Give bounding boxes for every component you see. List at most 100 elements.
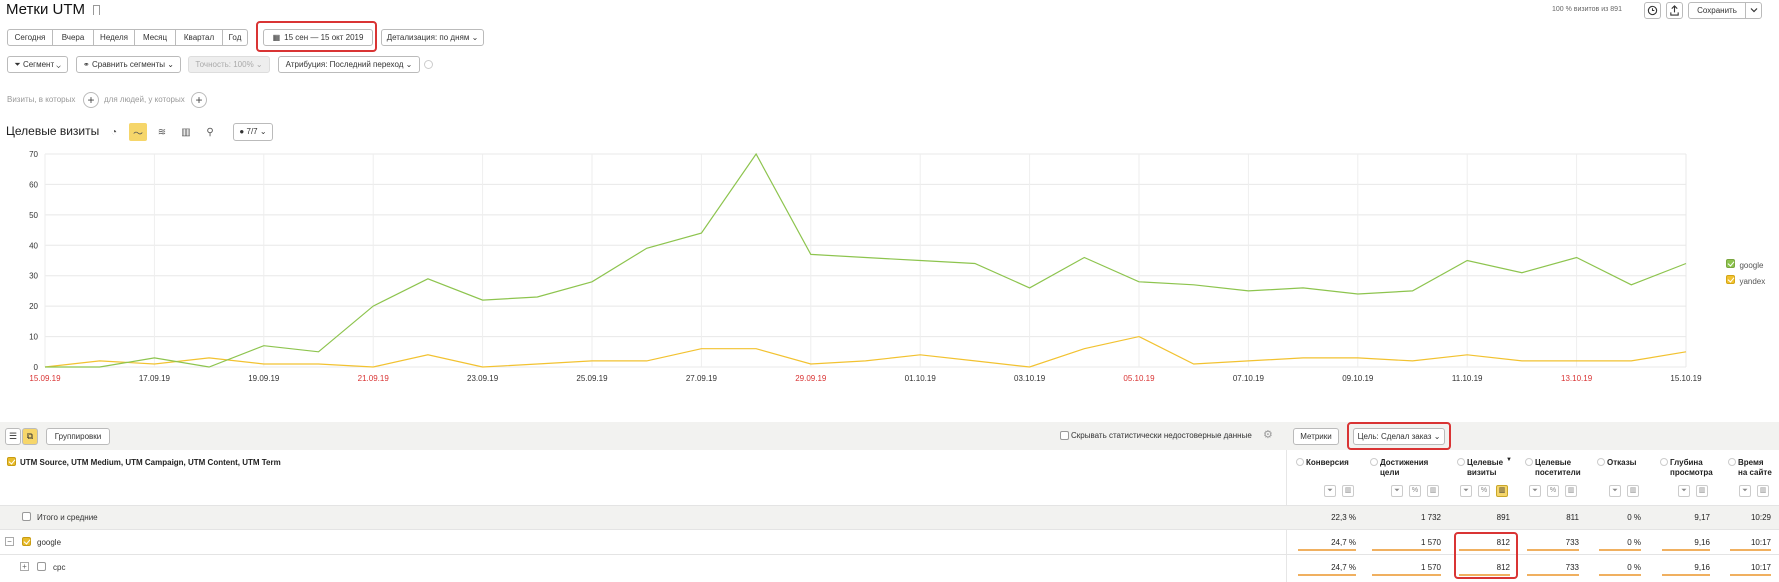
column-header[interactable]: Целевые визиты	[1467, 458, 1503, 478]
info-icon[interactable]	[1597, 458, 1605, 466]
info-icon[interactable]	[1525, 458, 1533, 466]
bookmark-icon[interactable]	[93, 5, 100, 15]
cell-value: 0 %	[1627, 513, 1641, 522]
people-condition-label: для людей, у которых	[104, 95, 185, 104]
segment-button[interactable]: ⏷ Сегмент ⌄	[7, 56, 68, 73]
collapse-icon[interactable]: −	[5, 537, 14, 546]
bars-icon[interactable]: ▥	[1496, 485, 1508, 497]
column-header[interactable]: Отказы	[1607, 458, 1637, 468]
export-button[interactable]	[1666, 2, 1683, 19]
area-chart-icon[interactable]: ≋	[153, 123, 171, 141]
legend-google-checkbox[interactable]	[1726, 259, 1735, 269]
x-tick-label: 15.09.19	[29, 374, 61, 383]
chart-title: Целевые визиты	[6, 124, 100, 138]
add-people-condition-button[interactable]: +	[191, 92, 207, 108]
y-tick-label: 30	[29, 272, 38, 281]
line-chart-icon[interactable]: 〜	[129, 123, 147, 141]
column-header-line1: Целевые	[1535, 458, 1572, 467]
tree-view-button[interactable]: ⧉	[22, 428, 38, 445]
column-header[interactable]: Целевые посетители	[1535, 458, 1581, 478]
info-icon[interactable]	[1660, 458, 1668, 466]
row-google-checkbox[interactable]	[22, 537, 31, 546]
column-header[interactable]: Глубина просмотра	[1670, 458, 1713, 478]
cell-value: 891	[1496, 513, 1510, 522]
filter-icon[interactable]: ⏷	[1678, 485, 1690, 497]
bars-icon[interactable]: ▥	[1342, 485, 1354, 497]
goal-highlight	[1347, 422, 1451, 450]
column-header[interactable]: Время на сайте	[1738, 458, 1772, 478]
column-header[interactable]: Достижения цели	[1380, 458, 1428, 478]
value-bar	[1372, 574, 1441, 576]
period-month[interactable]: Месяц	[134, 29, 176, 46]
period-today[interactable]: Сегодня	[7, 29, 53, 46]
bar-chart-icon[interactable]: ▥	[177, 123, 195, 141]
cell-value: 811	[1566, 513, 1579, 522]
info-icon[interactable]	[1370, 458, 1378, 466]
pie-chart-icon[interactable]: ◔	[105, 123, 123, 141]
row-cpc-label: cpc	[53, 563, 66, 572]
filter-icon[interactable]: ⏷	[1324, 485, 1336, 497]
sort-desc-icon[interactable]: ▼	[1506, 457, 1512, 463]
expand-icon[interactable]: +	[20, 562, 29, 571]
x-tick-label: 07.10.19	[1233, 374, 1265, 383]
column-header[interactable]: Конверсия	[1306, 458, 1349, 468]
x-tick-label: 01.10.19	[905, 374, 937, 383]
bars-icon[interactable]: ▥	[1565, 485, 1577, 497]
percent-icon[interactable]: %	[1547, 485, 1559, 497]
cell-value: 1 570	[1420, 538, 1441, 547]
series-line-google	[45, 152, 1687, 368]
x-tick-label: 15.10.19	[1670, 374, 1702, 383]
totals-checkbox[interactable]	[22, 512, 31, 521]
period-quarter[interactable]: Квартал	[175, 29, 223, 46]
column-header-line1: Достижения	[1380, 458, 1429, 467]
row-cpc-checkbox[interactable]	[37, 562, 46, 571]
legend-yandex-checkbox[interactable]	[1726, 275, 1735, 285]
hide-unreliable-checkbox[interactable]	[1060, 431, 1069, 440]
compare-segments-button[interactable]: ⚭ Сравнить сегменты ⌄	[76, 56, 181, 73]
dimension-checkbox[interactable]	[7, 457, 16, 466]
info-icon[interactable]	[1296, 458, 1304, 466]
x-tick-label: 17.09.19	[139, 374, 171, 383]
filter-icon[interactable]: ⏷	[1391, 485, 1403, 497]
gear-icon[interactable]: ⚙	[1263, 428, 1273, 441]
attribution-select[interactable]: Атрибуция: Последний переход ⌄	[278, 56, 420, 73]
compare-label: Сравнить сегменты	[91, 60, 165, 69]
period-week[interactable]: Неделя	[93, 29, 135, 46]
groupings-button[interactable]: Группировки	[46, 428, 110, 445]
series-select[interactable]: ● 7/7 ⌄	[233, 123, 273, 141]
y-tick-label: 60	[29, 180, 38, 189]
percent-icon[interactable]: %	[1409, 485, 1421, 497]
bars-icon[interactable]: ▥	[1427, 485, 1439, 497]
filter-icon[interactable]: ⏷	[1739, 485, 1751, 497]
info-icon[interactable]	[1457, 458, 1465, 466]
value-bar	[1298, 574, 1356, 576]
cell-value: 10:17	[1750, 563, 1771, 572]
save-menu-button[interactable]	[1745, 2, 1762, 19]
period-year[interactable]: Год	[222, 29, 248, 46]
column-header-line2: просмотра	[1670, 468, 1713, 477]
x-tick-label: 13.10.19	[1561, 374, 1593, 383]
percent-icon[interactable]: %	[1478, 485, 1490, 497]
metrics-button[interactable]: Метрики	[1293, 428, 1339, 445]
bars-icon[interactable]: ▥	[1627, 485, 1639, 497]
filter-icon[interactable]: ⏷	[1609, 485, 1621, 497]
info-icon[interactable]	[1728, 458, 1736, 466]
bars-icon[interactable]: ▥	[1757, 485, 1769, 497]
map-icon[interactable]: ⚲	[201, 123, 219, 141]
column-header-line2: на сайте	[1738, 468, 1772, 477]
detail-select[interactable]: Детализация: по дням ⌄	[381, 29, 484, 46]
history-button[interactable]	[1644, 2, 1661, 19]
chevron-down-icon: ⌄	[471, 33, 479, 42]
legend-yandex-label: yandex	[1739, 277, 1766, 286]
cell-value: 1 732	[1420, 513, 1441, 522]
save-button[interactable]: Сохранить	[1688, 2, 1746, 19]
filter-icon[interactable]: ⏷	[1460, 485, 1472, 497]
list-view-button[interactable]: ☰	[5, 428, 21, 445]
x-tick-label: 11.10.19	[1452, 374, 1483, 383]
info-icon[interactable]	[424, 60, 433, 69]
filter-icon[interactable]: ⏷	[1529, 485, 1541, 497]
legend-yandex[interactable]: yandex	[1726, 271, 1765, 289]
add-visit-condition-button[interactable]: +	[83, 92, 99, 108]
period-yesterday[interactable]: Вчера	[52, 29, 94, 46]
bars-icon[interactable]: ▥	[1696, 485, 1708, 497]
